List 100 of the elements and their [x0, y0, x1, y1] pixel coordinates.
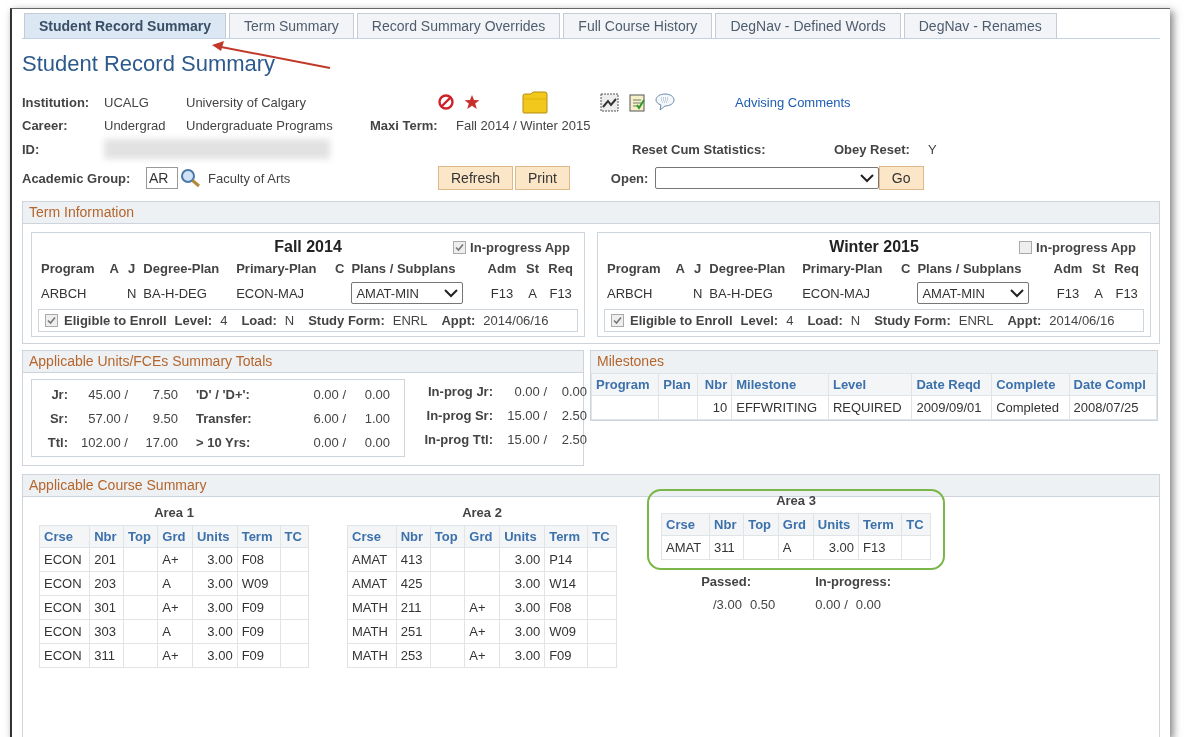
area-title: Area 1 — [154, 505, 194, 520]
table-cell: A — [162, 576, 171, 591]
field-value: N — [850, 313, 861, 328]
section-title: Applicable Units/FCEs Summary Totals — [23, 351, 583, 373]
table-cell: ECON-MAJ — [236, 285, 305, 301]
field-value: 17.00 — [144, 434, 178, 450]
checkbox[interactable] — [1019, 240, 1033, 254]
field-value: 0.50 — [749, 597, 776, 612]
table-cell: F13 — [490, 285, 514, 301]
action-button[interactable]: Print — [515, 166, 570, 190]
field-label: Academic Group: — [22, 170, 132, 186]
table-cell: A+ — [162, 552, 179, 567]
field-value: Fall 2014 / Winter 2015 — [456, 117, 591, 133]
field-label: 'D' / 'D+': — [196, 386, 251, 402]
table-cell: BA-H-DEG — [143, 285, 207, 301]
table-cell: F09 — [241, 648, 265, 663]
field-value: 102.00 / — [80, 434, 128, 450]
field-label: Sr: — [48, 410, 68, 426]
field-value: 0.00 / — [312, 434, 346, 450]
table-cell: ECON — [44, 624, 82, 639]
table-cell: 211 — [400, 600, 422, 615]
table-cell: N — [692, 285, 703, 301]
table-cell: 253 — [400, 648, 423, 663]
column-header: St — [525, 260, 541, 278]
field-value: 0.00 / — [312, 386, 346, 402]
column-header: Plans / Subplans — [916, 260, 1023, 278]
tab[interactable]: Student Record Summary — [24, 13, 226, 38]
field-label: Ttl: — [46, 434, 68, 450]
field-label: Transfer: — [196, 410, 253, 426]
table-cell: A+ — [469, 624, 486, 639]
table-cell: 3.00 — [514, 552, 541, 567]
column-header: Program — [591, 373, 659, 396]
search-icon[interactable] — [180, 168, 202, 188]
table-cell: F09 — [241, 624, 265, 639]
table-cell: Completed — [996, 400, 1060, 415]
table-cell: 251 — [400, 624, 423, 639]
image-icon[interactable] — [600, 92, 619, 112]
table-cell: A+ — [162, 648, 179, 663]
checkbox[interactable] — [611, 314, 624, 327]
term-title: Fall 2014 — [274, 238, 342, 256]
checkbox-label: In-progress App — [470, 239, 570, 255]
field-label: Appt: — [1007, 313, 1042, 328]
table-cell: ECON — [44, 552, 82, 567]
tab[interactable]: DegNav - Defined Words — [715, 13, 901, 38]
field-value: 1.00 — [363, 410, 390, 426]
table-cell: W14 — [549, 576, 576, 591]
column-header: Units — [813, 513, 859, 536]
go-button[interactable]: Go — [878, 166, 924, 190]
table-cell: F13 — [1115, 285, 1138, 301]
column-header: TC — [587, 525, 617, 548]
table-cell: 3.00 — [514, 648, 541, 663]
table-cell: 3.00 — [207, 624, 233, 639]
action-button[interactable]: Refresh — [438, 166, 514, 190]
table-cell: 311 — [94, 648, 115, 663]
field-value: 7.50 — [151, 386, 178, 402]
table-cell: N — [126, 285, 137, 301]
table-cell: ECON — [44, 576, 82, 591]
speech-bubble-icon[interactable] — [655, 93, 675, 111]
field-value: 0.00 / — [513, 383, 547, 399]
checkbox-label: Eligible to Enroll — [64, 313, 167, 328]
tab[interactable]: Full Course History — [563, 13, 713, 38]
table-cell: AMAT — [352, 576, 388, 591]
field-label: Maxi Term: — [370, 117, 439, 133]
plans-select[interactable]: AMAT-MIN — [351, 282, 464, 304]
tab[interactable]: Term Summary — [228, 13, 354, 38]
column-header: Grd — [778, 513, 814, 536]
tab[interactable]: DegNav - Renames — [903, 13, 1057, 38]
folder-icon[interactable] — [522, 90, 548, 114]
field-value: N — [284, 313, 295, 328]
plans-select[interactable]: AMAT-MIN — [917, 282, 1030, 304]
field-label: Study Form: — [308, 313, 385, 328]
academic-group-field[interactable]: AR — [146, 167, 178, 189]
column-header: J — [127, 260, 137, 278]
open-select[interactable] — [654, 167, 879, 189]
checkbox[interactable] — [45, 314, 58, 327]
column-header: Degree-Plan — [708, 260, 787, 278]
column-header: Degree-Plan — [142, 260, 221, 278]
tab[interactable]: Record Summary Overrides — [356, 13, 561, 38]
field-label: Appt: — [441, 313, 476, 328]
field-label: In-progress: — [815, 574, 892, 589]
column-header: TC — [280, 525, 309, 548]
column-header: Milestone — [731, 373, 829, 396]
field-value: 57.00 / — [87, 410, 128, 426]
column-header: C — [899, 260, 912, 278]
notepad-icon[interactable] — [629, 92, 645, 112]
column-header: Term — [858, 513, 902, 536]
field-value: University of Calgary — [186, 94, 307, 110]
table-cell: 425 — [400, 576, 423, 591]
checkbox[interactable] — [453, 240, 467, 254]
table-cell: F13 — [1056, 285, 1080, 301]
column-header: Nbr — [697, 373, 732, 396]
field-label: > 10 Yrs: — [196, 434, 252, 450]
table-cell: A — [1094, 285, 1103, 301]
column-header: Adm — [486, 260, 518, 278]
star-icon[interactable] — [464, 94, 480, 110]
field-label: In-prog Sr: — [425, 407, 493, 423]
no-entry-icon[interactable] — [438, 94, 454, 110]
advising-comments-link[interactable]: Advising Comments — [735, 94, 851, 110]
table-cell: ECON — [44, 600, 82, 615]
column-header: Top — [430, 525, 465, 548]
